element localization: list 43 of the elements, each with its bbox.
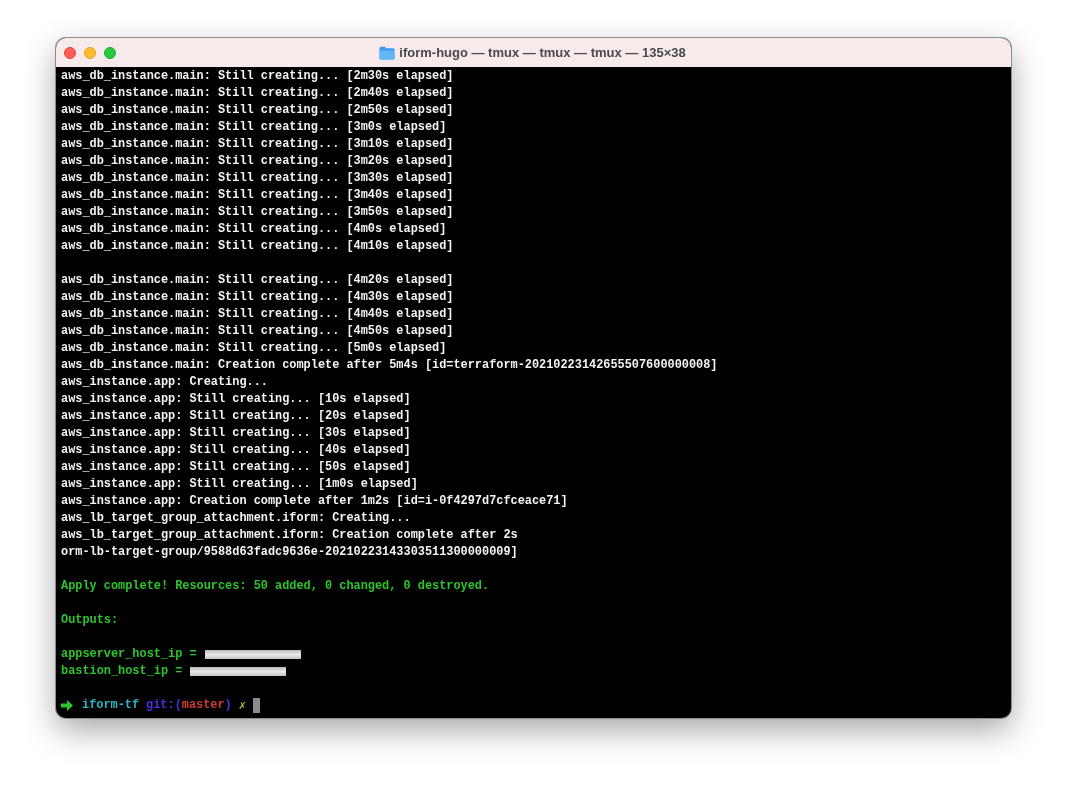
terminal-line: aws_db_instance.main: Still creating... [3m30s elapsed] — [61, 170, 454, 187]
terminal-line: aws_instance.app: Still creating... [50s elapsed] — [61, 459, 411, 476]
arrow-icon — [61, 700, 73, 711]
terminal-line: aws_db_instance.main: Still creating... [3m20s elapsed] — [61, 153, 454, 170]
terminal-line: aws_lb_target_group_attachment.iform: Creating... — [61, 510, 411, 527]
terminal-line: aws_db_instance.main: Still creating... [3m50s elapsed] — [61, 204, 454, 221]
terminal-line: aws_instance.app: Still creating... [30s elapsed] — [61, 425, 411, 442]
terminal-line: aws_db_instance.main: Creation complete after 5m4s [id=terraform-20210223142655507600000008] — [61, 357, 718, 374]
terminal-line: orm-lb-target-group/9588d63fadc9636e-20210223143303511300000009] — [61, 544, 518, 561]
terminal-line: aws_instance.app: Still creating... [20s elapsed] — [61, 408, 411, 425]
folder-icon — [379, 45, 396, 60]
terminal-line: aws_db_instance.main: Still creating... [5m0s elapsed] — [61, 340, 447, 357]
terminal-line: aws_db_instance.main: Still creating... [4m40s elapsed] — [61, 306, 454, 323]
window-title: iform-hugo — tmux — tmux — tmux — 135×38 — [399, 43, 686, 62]
terminal-line: aws_db_instance.main: Still creating... [4m50s elapsed] — [61, 323, 454, 340]
terminal-line: aws_db_instance.main: Still creating... [4m0s elapsed] — [61, 221, 447, 238]
terminal-line: aws_db_instance.main: Still creating... [2m40s elapsed] — [61, 85, 454, 102]
minimize-button[interactable] — [84, 46, 96, 59]
terminal-line: aws_instance.app: Still creating... [10s elapsed] — [61, 391, 411, 408]
branch-name: master — [181, 697, 225, 714]
terminal-line: aws_instance.app: Still creating... [1m0s elapsed] — [61, 476, 418, 493]
terminal-line: Outputs: — [61, 612, 119, 629]
terminal-line: aws_db_instance.main: Still creating... [2m30s elapsed] — [61, 68, 454, 85]
terminal-line: aws_db_instance.main: Still creating... [3m0s elapsed] — [61, 119, 447, 136]
directory-name: iform-tf — [82, 697, 140, 714]
terminal-line: aws_db_instance.main: Still creating... [3m40s elapsed] — [61, 187, 454, 204]
git-label: git:( — [146, 697, 182, 714]
close-button[interactable] — [64, 46, 76, 59]
dirty-mark: ✗ — [238, 697, 246, 714]
terminal-line: Apply complete! Resources: 50 added, 0 changed, 0 destroyed. — [61, 578, 490, 595]
terminal-line: aws_instance.app: Still creating... [40s elapsed] — [61, 442, 411, 459]
terminal-line: bastion_host_ip = — [61, 663, 183, 680]
terminal-line: aws_instance.app: Creating... — [61, 374, 268, 391]
terminal-line: aws_lb_target_group_attachment.iform: Creation complete after 2s — [61, 527, 518, 544]
terminal-line: aws_db_instance.main: Still creating... [4m30s elapsed] — [61, 289, 454, 306]
terminal-line: appserver_host_ip = — [61, 646, 197, 663]
terminal-line: aws_instance.app: Creation complete after 1m2s [id=i-0f4297d7cfceace71] — [61, 493, 568, 510]
terminal-line: aws_db_instance.main: Still creating... [4m20s elapsed] — [61, 272, 454, 289]
terminal-line: aws_db_instance.main: Still creating... [4m10s elapsed] — [61, 238, 454, 255]
terminal-line: aws_db_instance.main: Still creating... [3m10s elapsed] — [61, 136, 454, 153]
terminal-line: aws_db_instance.main: Still creating... [2m50s elapsed] — [61, 102, 454, 119]
zoom-button[interactable] — [104, 46, 116, 59]
git-label: ) — [224, 697, 232, 714]
